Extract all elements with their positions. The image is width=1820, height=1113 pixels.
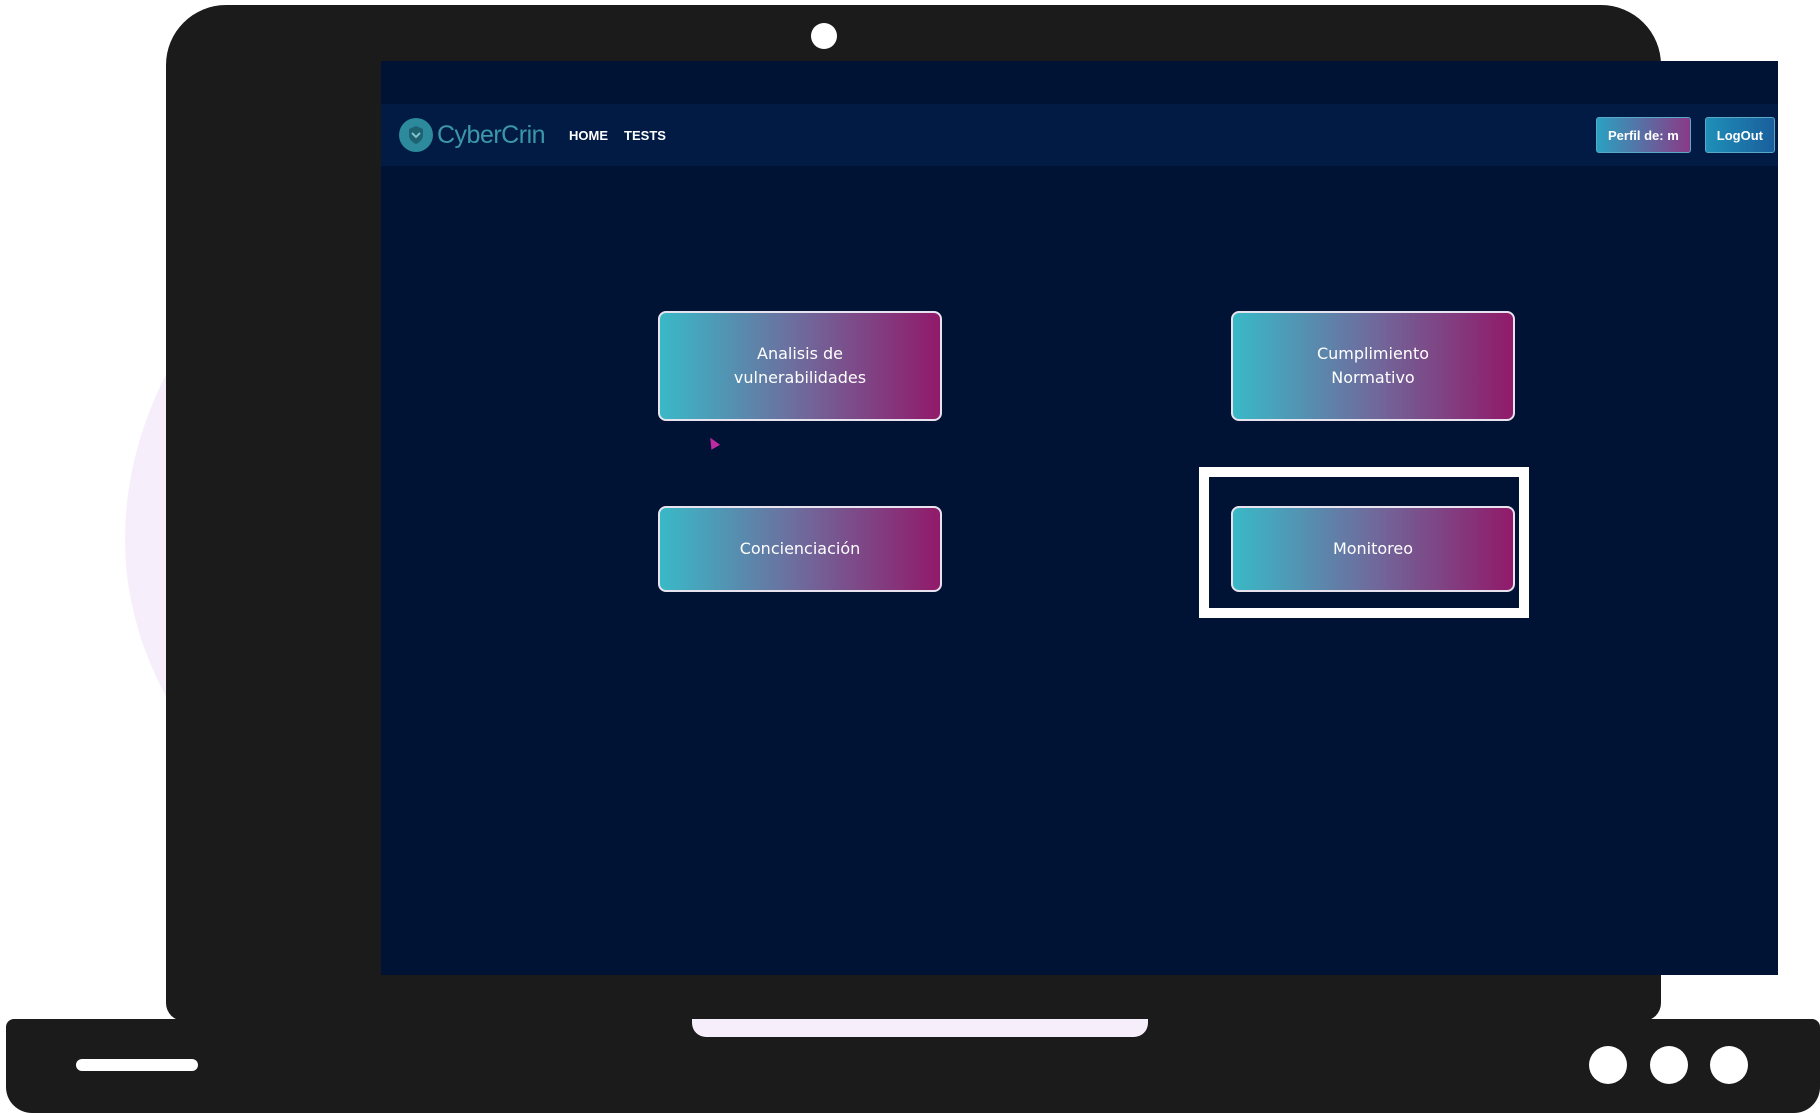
- laptop-base: [6, 1019, 1820, 1113]
- webcam-icon: [811, 23, 837, 49]
- card-label: Analisis de vulnerabilidades: [733, 344, 867, 387]
- vent-slot: [76, 1059, 198, 1071]
- shield-icon: [399, 118, 433, 152]
- card-label: Concienciación: [739, 539, 861, 558]
- app-screen: CyberCrin HOME TESTS Perfil de: m LogOut…: [381, 61, 1778, 975]
- card-regulatory-compliance[interactable]: Cumplimiento Normativo: [1231, 311, 1515, 421]
- logout-button[interactable]: LogOut: [1704, 117, 1775, 153]
- card-awareness[interactable]: Concienciación: [658, 506, 942, 592]
- card-vulnerability-analysis[interactable]: Analisis de vulnerabilidades: [658, 311, 942, 421]
- laptop-lid: CyberCrin HOME TESTS Perfil de: m LogOut…: [166, 5, 1778, 1021]
- trackpad-notch: [692, 1019, 1148, 1037]
- nav-actions: Perfil de: m LogOut: [1595, 117, 1775, 153]
- brand-name: CyberCrin: [437, 120, 546, 149]
- indicator-dot: [1710, 1046, 1748, 1084]
- profile-button[interactable]: Perfil de: m: [1595, 117, 1691, 153]
- cursor-icon: [705, 435, 721, 450]
- brand-logo[interactable]: CyberCrin: [399, 118, 546, 152]
- indicator-dot: [1650, 1046, 1688, 1084]
- top-navbar: CyberCrin HOME TESTS Perfil de: m LogOut: [381, 104, 1778, 166]
- nav-tests-link[interactable]: TESTS: [624, 128, 666, 143]
- monitoring-highlight-frame: [1199, 467, 1529, 618]
- card-label: Cumplimiento Normativo: [1316, 344, 1430, 387]
- nav-home-link[interactable]: HOME: [569, 128, 608, 143]
- indicator-dot: [1589, 1046, 1627, 1084]
